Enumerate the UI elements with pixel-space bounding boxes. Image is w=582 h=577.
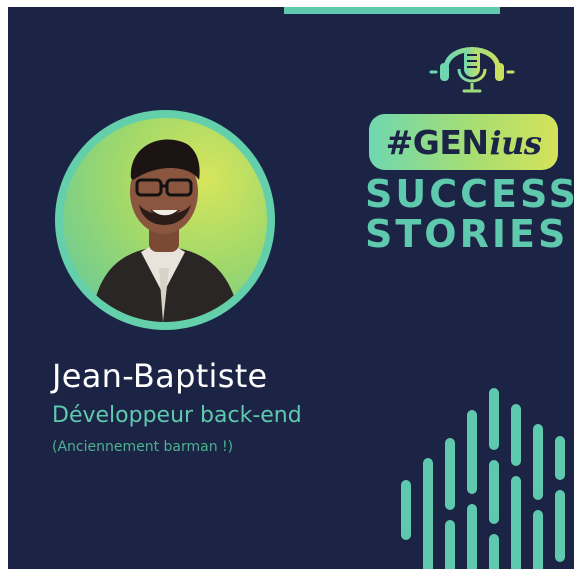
- badge-prefix: #GEN: [385, 122, 489, 162]
- title-success: SUCCESS: [365, 172, 574, 216]
- podcast-cover: #GENius SUCCESS STORIES Jean-Baptiste Dé…: [8, 7, 574, 569]
- top-accent-tab: [284, 7, 500, 14]
- portrait-photo: [63, 118, 267, 322]
- badge-suffix: ius: [489, 123, 542, 162]
- person-silhouette: [91, 139, 241, 322]
- sound-wave-icon: [401, 388, 565, 569]
- badge-label: #GENius: [386, 123, 542, 162]
- genius-badge: #GENius: [369, 114, 558, 170]
- person-name: Jean-Baptiste: [52, 357, 268, 395]
- person-role: Développeur back-end: [52, 403, 302, 428]
- title-stories: STORIES: [365, 212, 569, 256]
- headphones-microphone-icon: [429, 47, 515, 93]
- person-previous-job: (Anciennement barman !): [52, 439, 234, 455]
